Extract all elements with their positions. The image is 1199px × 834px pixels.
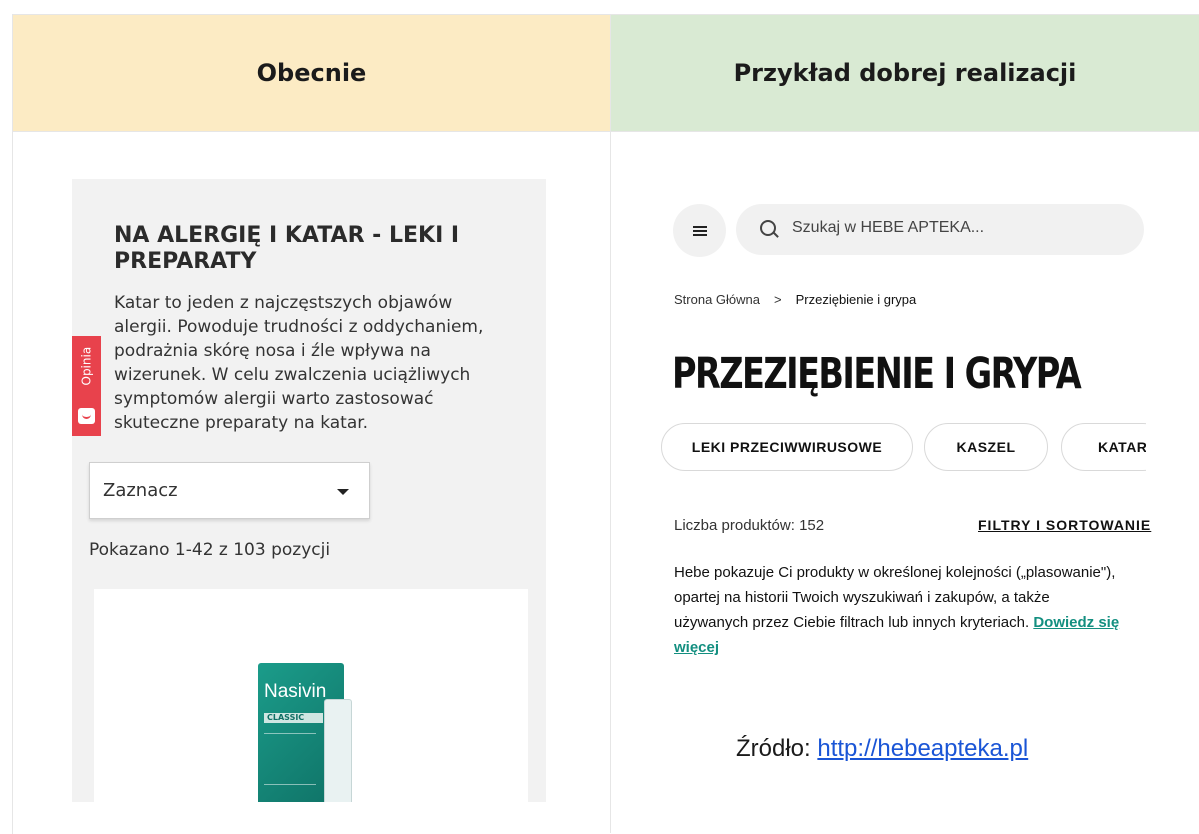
category-title: NA ALERGIĘ I KATAR - LEKI I PREPARATY bbox=[114, 223, 460, 274]
caret-down-icon bbox=[337, 489, 349, 495]
product-card[interactable]: Nasivin CLASSIC bbox=[94, 589, 528, 802]
source-link[interactable]: http://hebeapteka.pl bbox=[817, 735, 1028, 762]
current-page-preview: NA ALERGIĘ I KATAR - LEKI I PREPARATY Ka… bbox=[72, 179, 546, 802]
menu-button[interactable] bbox=[673, 204, 726, 257]
spray-bottle-image bbox=[324, 699, 352, 802]
hamburger-icon-line bbox=[693, 234, 707, 236]
breadcrumb: Strona Główna > Przeziębienie i grypa bbox=[674, 292, 916, 307]
source-label: Źródło: bbox=[736, 735, 811, 762]
category-description: Katar to jeden z najczęstszych objawów a… bbox=[114, 293, 484, 433]
header-current: Obecnie bbox=[13, 15, 610, 131]
hamburger-icon-line bbox=[693, 230, 707, 232]
sort-select[interactable]: Zaznacz bbox=[89, 462, 370, 519]
ranking-description: Hebe pokazuje Ci produkty w określonej k… bbox=[674, 560, 1124, 660]
search-icon bbox=[760, 220, 776, 236]
page-title: PRZEZIĘBIENIE I GRYPA bbox=[672, 349, 1082, 399]
feedback-tab[interactable]: Opinia bbox=[72, 336, 101, 436]
product-variant: CLASSIC bbox=[264, 713, 323, 723]
results-count: Pokazano 1-42 z 103 pozycji bbox=[89, 540, 331, 560]
column-divider bbox=[610, 14, 611, 833]
search-placeholder: Szukaj w HEBE APTEKA... bbox=[792, 219, 985, 236]
search-input[interactable]: Szukaj w HEBE APTEKA... bbox=[736, 204, 1144, 255]
breadcrumb-separator: > bbox=[774, 292, 782, 307]
smiley-icon bbox=[78, 408, 95, 424]
chip-antiviral[interactable]: LEKI PRZECIWWIRUSOWE bbox=[661, 423, 913, 471]
header-good-example: Przykład dobrej realizacji bbox=[611, 15, 1199, 131]
chip-cough[interactable]: KASZEL bbox=[924, 423, 1048, 471]
chips-overflow-mask bbox=[1146, 418, 1186, 478]
packaging-text bbox=[264, 733, 316, 785]
header-divider bbox=[12, 131, 1199, 132]
breadcrumb-home[interactable]: Strona Główna bbox=[674, 292, 760, 307]
feedback-tab-label: Opinia bbox=[79, 346, 94, 386]
hamburger-icon-line bbox=[693, 226, 707, 228]
sort-select-value: Zaznacz bbox=[103, 480, 178, 501]
breadcrumb-current: Przeziębienie i grypa bbox=[795, 292, 917, 307]
source-note: Źródło: http://hebeapteka.pl bbox=[736, 735, 1028, 763]
filters-sort-link[interactable]: FILTRY I SORTOWANIE bbox=[978, 517, 1151, 533]
product-brand: Nasivin bbox=[264, 681, 327, 702]
product-count: Liczba produktów: 152 bbox=[674, 517, 825, 534]
